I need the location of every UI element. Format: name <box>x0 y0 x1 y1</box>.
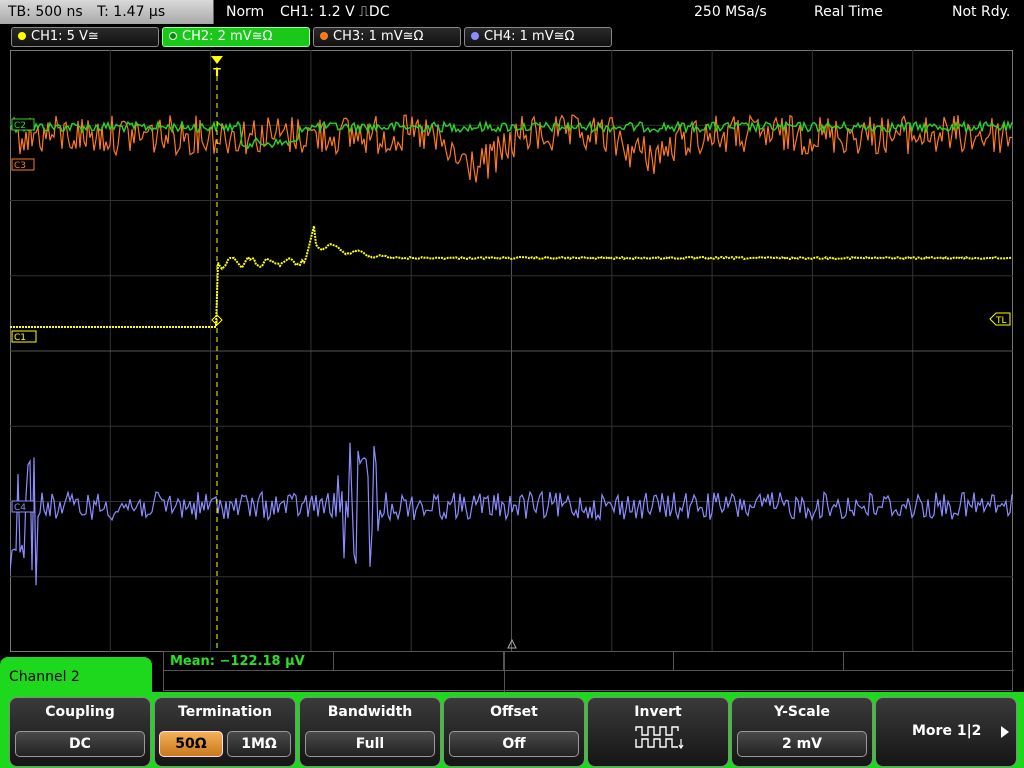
acquisition-status: Not Rdy. <box>952 4 1011 20</box>
ch1-level-marker[interactable]: C1 <box>11 330 37 343</box>
trigger-position-label: T <box>213 66 221 79</box>
more-label: More 1|2 <box>912 723 982 739</box>
coupling-title: Coupling <box>45 704 115 720</box>
invert-title: Invert <box>634 704 682 720</box>
offset-softkey[interactable]: Offset Off <box>443 697 585 767</box>
right-arrow-icon <box>1001 726 1009 738</box>
tab-ch3[interactable]: CH3: 1 mV≅Ω <box>313 27 461 47</box>
ch3-level-marker[interactable]: C3 <box>11 158 35 171</box>
y-scale-title: Y-Scale <box>773 704 830 720</box>
invert-softkey[interactable]: Invert <box>587 697 729 767</box>
termination-50ohm[interactable]: 50Ω <box>159 731 223 757</box>
offset-value[interactable]: Off <box>449 731 579 757</box>
timebase-value: TB: 500 ns <box>8 4 83 20</box>
tab-ch4[interactable]: CH4: 1 mV≅Ω <box>464 27 612 47</box>
ch3-color-dot <box>320 32 328 40</box>
ch2-color-dot <box>169 32 177 40</box>
ch2-label: CH2: 2 mV≅Ω <box>182 29 273 44</box>
ch3-label: CH3: 1 mV≅Ω <box>333 29 424 44</box>
acquisition-mode: Real Time <box>814 4 883 20</box>
tab-ch1[interactable]: CH1: 5 V≅ <box>11 27 159 47</box>
coupling-value[interactable]: DC <box>15 731 145 757</box>
ch1-color-dot <box>18 32 26 40</box>
more-softkey[interactable]: More 1|2 <box>875 697 1017 767</box>
termination-softkey[interactable]: Termination 50Ω 1MΩ <box>154 697 296 767</box>
ch2-level-marker[interactable]: C2 <box>11 118 35 131</box>
y-scale-value[interactable]: 2 mV <box>737 731 867 757</box>
trigger-setting[interactable]: CH1: 1.2 V ⎍DC <box>280 0 389 24</box>
termination-title: Termination <box>178 704 272 720</box>
ch1-marker-label: C1 <box>14 333 26 343</box>
measurement-bar[interactable]: Mean: −122.18 µV <box>163 651 1014 692</box>
trigger-level-label: TL <box>995 316 1007 326</box>
timebase-box[interactable]: TB: 500 ns T: 1.47 µs <box>0 0 214 24</box>
mean-measurement: Mean: −122.18 µV <box>170 654 305 669</box>
bandwidth-softkey[interactable]: Bandwidth Full <box>299 697 441 767</box>
ch4-color-dot <box>471 32 479 40</box>
trigger-mode[interactable]: Norm <box>226 0 264 24</box>
ch3-marker-label: C3 <box>14 161 26 171</box>
ch4-label: CH4: 1 mV≅Ω <box>484 29 575 44</box>
ch2-marker-label: C2 <box>14 121 26 131</box>
ch4-marker-label: C4 <box>14 503 26 513</box>
sample-rate: 250 MSa/s <box>694 4 767 20</box>
invert-waveform-icon <box>635 726 684 750</box>
y-scale-softkey[interactable]: Y-Scale 2 mV <box>731 697 873 767</box>
coupling-softkey[interactable]: Coupling DC <box>9 697 151 767</box>
bandwidth-value[interactable]: Full <box>305 731 435 757</box>
panel-title: Channel 2 <box>0 657 152 697</box>
termination-1mohm[interactable]: 1MΩ <box>227 731 291 757</box>
status-bar: Norm CH1: 1.2 V ⎍DC 250 MSa/s Real Time … <box>216 0 1024 24</box>
waveform-display[interactable]: T C2 C3 C1 C4 TL <box>10 50 1013 652</box>
ch1-label: CH1: 5 V≅ <box>31 29 99 44</box>
ch4-level-marker[interactable]: C4 <box>11 500 35 513</box>
trigger-time-value: T: 1.47 µs <box>97 4 166 20</box>
offset-title: Offset <box>490 704 538 720</box>
tab-ch2[interactable]: CH2: 2 mV≅Ω <box>162 27 310 47</box>
bandwidth-title: Bandwidth <box>327 704 413 720</box>
